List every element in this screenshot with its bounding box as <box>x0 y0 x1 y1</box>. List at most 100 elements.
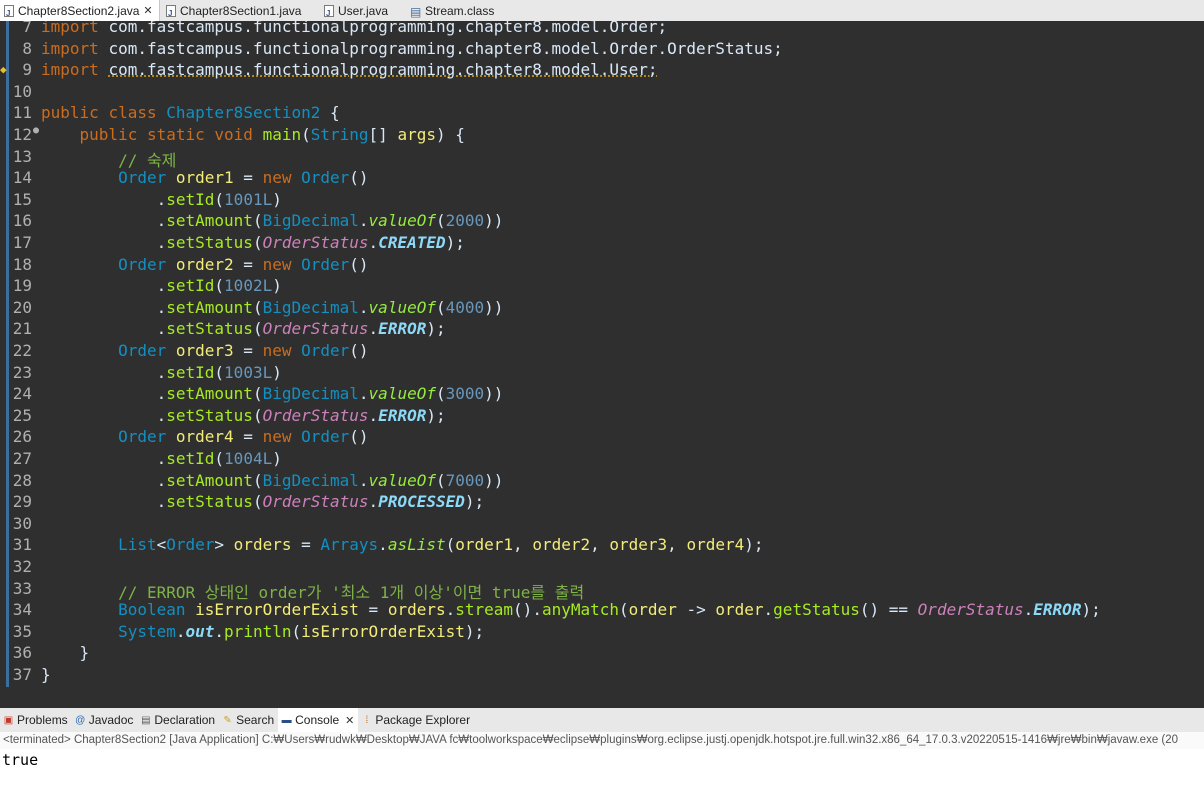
code-text: public static void main(String[] args) { <box>79 125 465 144</box>
console-icon: ▬ <box>281 714 292 726</box>
code-line[interactable]: 36 } <box>0 643 1204 665</box>
code-text: Boolean isErrorOrderExist = orders.strea… <box>118 600 1101 620</box>
code-line[interactable]: 27 .setId(1004L) <box>0 449 1204 471</box>
code-line[interactable]: 30 <box>0 514 1204 536</box>
tab-search[interactable]: ✎ Search <box>219 708 278 732</box>
code-line[interactable]: 21 .setStatus(OrderStatus.ERROR); <box>0 319 1204 341</box>
line-number: 22 <box>12 341 32 360</box>
code-line[interactable]: 28 .setAmount(BigDecimal.valueOf(7000)) <box>0 471 1204 493</box>
code-editor[interactable]: 7 import com.fastcampus.functionalprogram… <box>0 21 1204 687</box>
console-output-area[interactable]: true <box>0 749 1204 789</box>
fold-marker-icon[interactable]: ● <box>33 125 39 136</box>
code-text: .setId(1003L) <box>41 362 282 382</box>
code-text: .setAmount(BigDecimal.valueOf(7000)) <box>41 470 504 490</box>
tab-label: Declaration <box>154 713 216 727</box>
line-number: 13 <box>12 146 32 166</box>
code-text: public class Chapter8Section2 { <box>41 103 340 123</box>
line-number: 24 <box>12 384 32 404</box>
tab-label: Problems <box>17 713 68 727</box>
declaration-icon: ▤ <box>141 714 151 726</box>
code-line[interactable]: 17 .setStatus(OrderStatus.CREATED); <box>0 233 1204 255</box>
tab-label: Search <box>236 713 275 727</box>
code-line[interactable]: 19 .setId(1002L) <box>0 276 1204 298</box>
code-line[interactable]: 24 .setAmount(BigDecimal.valueOf(3000)) <box>0 384 1204 406</box>
search-icon: ✎ <box>223 714 232 726</box>
line-number: 20 <box>12 297 32 317</box>
tab-label: User.java <box>338 3 389 18</box>
tab-package-explorer[interactable]: ⁞ Package Explorer <box>358 708 474 732</box>
line-number: 36 <box>12 643 32 663</box>
code-line[interactable]: 18 Order order2 = new Order() <box>0 255 1204 277</box>
tab-chapter8section1[interactable]: Chapter8Section1.java <box>162 0 302 25</box>
tab-problems[interactable]: ▣ Problems <box>0 708 72 732</box>
tab-declaration[interactable]: ▤ Declaration <box>137 708 219 732</box>
code-line[interactable]: 29 .setStatus(OrderStatus.PROCESSED); <box>0 492 1204 514</box>
line-number: 17 <box>12 233 32 252</box>
line-number: 10 <box>12 81 32 101</box>
code-line[interactable]: 14 Order order1 = new Order() <box>0 168 1204 190</box>
code-line[interactable]: 8 import com.fastcampus.functionalprogram… <box>0 39 1204 61</box>
line-number: 7 <box>22 21 32 36</box>
code-line[interactable]: 15 .setId(1001L) <box>0 190 1204 212</box>
code-text: .setId(1001L) <box>41 189 282 209</box>
line-number: 35 <box>12 621 32 641</box>
line-number: 19 <box>12 276 32 296</box>
tab-label: Package Explorer <box>375 713 471 727</box>
tab-console[interactable]: ▬ Console ✕ <box>278 708 359 732</box>
code-line[interactable]: 34 Boolean isErrorOrderExist = orders.st… <box>0 600 1204 622</box>
tab-label: Chapter8Section1.java <box>180 3 302 18</box>
line-number: 15 <box>12 189 32 209</box>
javadoc-icon: @ <box>75 714 86 726</box>
warning-bulb-icon[interactable]: ◆ <box>0 63 10 76</box>
line-number: 31 <box>12 535 32 555</box>
code-line[interactable]: 25 .setStatus(OrderStatus.ERROR); <box>0 406 1204 428</box>
code-line[interactable]: 32 <box>0 557 1204 579</box>
code-line[interactable]: 9 ◆ import com.fastcampus.functionalprogra… <box>0 60 1204 82</box>
code-line[interactable]: 20 .setAmount(BigDecimal.valueOf(4000)) <box>0 298 1204 320</box>
code-line[interactable]: 33 // ERROR 상태인 order가 '최소 1개 이상'이면 true… <box>0 579 1204 602</box>
code-line[interactable]: 11 public class Chapter8Section2 { <box>0 103 1204 125</box>
code-text: Order order3 = new Order() <box>118 341 369 360</box>
line-number: 8 <box>22 38 32 58</box>
package-explorer-icon: ⁞ <box>365 714 369 726</box>
tab-user[interactable]: User.java <box>320 0 389 25</box>
code-text: import com.fastcampus.functionalprogramm… <box>41 60 658 80</box>
line-number: 14 <box>12 168 32 188</box>
code-text: .setStatus(OrderStatus.ERROR); <box>41 319 446 339</box>
console-output: true <box>2 751 39 769</box>
line-number: 11 <box>12 103 32 123</box>
code-line[interactable]: 35 System.out.println(isErrorOrderExist)… <box>0 622 1204 644</box>
code-text: // 숙제 <box>118 150 177 170</box>
code-line[interactable]: 31 List<Order> orders = Arrays.asList(or… <box>0 535 1204 557</box>
line-number: 16 <box>12 211 32 231</box>
close-icon[interactable]: ✕ <box>143 0 152 22</box>
code-text: List<Order> orders = Arrays.asList(order… <box>118 535 764 555</box>
tab-javadoc[interactable]: @ Javadoc <box>72 708 138 732</box>
code-text: .setStatus(OrderStatus.ERROR); <box>41 405 446 425</box>
code-text: .setAmount(BigDecimal.valueOf(2000)) <box>41 211 504 231</box>
code-text: Order order4 = new Order() <box>118 427 369 447</box>
tab-stream-class[interactable]: Stream.class <box>407 0 494 23</box>
code-line[interactable]: 16 .setAmount(BigDecimal.valueOf(2000)) <box>0 211 1204 233</box>
views-tab-bar: ▣ Problems @ Javadoc ▤ Declaration ✎ Sea… <box>0 708 1204 732</box>
code-line[interactable]: 10 <box>0 82 1204 104</box>
code-line[interactable]: 7 import com.fastcampus.functionalprogram… <box>0 21 1204 39</box>
code-text: } <box>41 643 90 663</box>
line-number: 21 <box>12 319 32 339</box>
close-icon[interactable]: ✕ <box>345 714 354 727</box>
line-number: 26 <box>12 427 32 447</box>
code-text: .setStatus(OrderStatus.CREATED); <box>41 233 465 252</box>
code-line[interactable]: 37} <box>0 665 1204 687</box>
java-file-icon <box>4 3 14 25</box>
code-line[interactable]: 22 Order order3 = new Order() <box>0 341 1204 363</box>
line-number: 32 <box>12 557 32 576</box>
code-line[interactable]: 26 Order order4 = new Order() <box>0 427 1204 449</box>
code-line[interactable]: 13 // 숙제 <box>0 146 1204 170</box>
line-number: 34 <box>12 600 32 620</box>
line-number: 27 <box>12 449 32 468</box>
tab-label: Console <box>295 713 340 727</box>
code-line[interactable]: 12 ● public static void main(String[] arg… <box>0 125 1204 147</box>
line-number: 29 <box>12 492 32 512</box>
code-line[interactable]: 23 .setId(1003L) <box>0 363 1204 385</box>
tab-chapter8section2[interactable]: Chapter8Section2.java ✕ <box>0 0 160 25</box>
